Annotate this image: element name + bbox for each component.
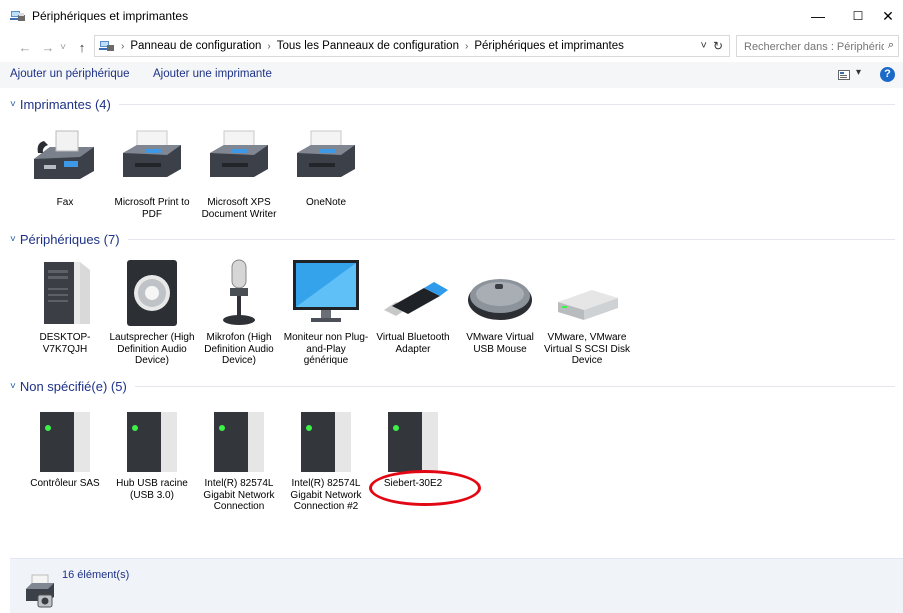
device-label: Microsoft Print to PDF bbox=[114, 197, 190, 220]
item-count: 16 élément(s) bbox=[62, 569, 130, 581]
devices-printers-app-icon bbox=[10, 11, 25, 21]
breadcrumb-devices-printers[interactable]: Périphériques et imprimantes bbox=[474, 40, 624, 52]
device-item[interactable]: Virtual Bluetooth Adapter bbox=[370, 258, 456, 355]
close-button[interactable]: ✕ bbox=[873, 0, 903, 32]
device-label: Mikrofon (High Definition Audio Device) bbox=[204, 332, 274, 366]
generic-device-icon bbox=[291, 404, 361, 474]
help-button[interactable]: ? bbox=[880, 67, 895, 82]
printer-icon bbox=[117, 123, 187, 193]
breadcrumb-separator: › bbox=[121, 40, 125, 52]
device-item[interactable]: Microsoft XPS Document Writer bbox=[196, 123, 282, 220]
command-bar: Ajouter un périphérique Ajouter une impr… bbox=[0, 62, 903, 88]
device-label: Intel(R) 82574L Gigabit Network Connecti… bbox=[290, 478, 362, 512]
device-label: DESKTOP-V7K7QJH bbox=[39, 332, 91, 355]
view-options-caret[interactable]: ▾ bbox=[856, 67, 861, 78]
address-dropdown-button[interactable]: ˅ bbox=[701, 40, 713, 52]
device-item[interactable]: Hub USB racine (USB 3.0) bbox=[109, 404, 195, 501]
disk-drive-icon bbox=[552, 258, 622, 328]
device-item[interactable]: Fax bbox=[22, 123, 108, 209]
control-panel-icon bbox=[99, 41, 114, 51]
device-label: Hub USB racine (USB 3.0) bbox=[116, 478, 188, 501]
device-item[interactable]: Intel(R) 82574L Gigabit Network Connecti… bbox=[283, 404, 369, 513]
device-item[interactable]: Moniteur non Plug-and-Play générique bbox=[283, 258, 369, 367]
computer-tower-icon bbox=[30, 258, 100, 328]
device-item[interactable]: Microsoft Print to PDF bbox=[109, 123, 195, 220]
annotation-highlight-ellipse bbox=[369, 470, 481, 506]
search-box[interactable]: ⌕ bbox=[736, 35, 899, 57]
refresh-button[interactable]: ↻ bbox=[713, 39, 729, 53]
recent-locations-button[interactable]: ˅ bbox=[58, 37, 68, 57]
device-item[interactable]: DESKTOP-V7K7QJH bbox=[22, 258, 108, 355]
fax-icon bbox=[30, 123, 100, 193]
chevron-down-icon: ˅ bbox=[10, 380, 16, 392]
usb-dongle-icon bbox=[378, 258, 448, 328]
monitor-icon bbox=[291, 258, 361, 328]
device-label: VMware, VMware Virtual S SCSI Disk Devic… bbox=[544, 332, 630, 366]
generic-device-icon bbox=[378, 404, 448, 474]
generic-device-icon bbox=[204, 404, 274, 474]
device-label: Intel(R) 82574L Gigabit Network Connecti… bbox=[203, 478, 275, 512]
group-header-printers[interactable]: ˅ Imprimantes (4) bbox=[10, 95, 895, 113]
address-bar[interactable]: › Panneau de configuration › Tous les Pa… bbox=[94, 35, 730, 57]
breadcrumb-separator: › bbox=[464, 40, 469, 52]
breadcrumb-all-control-panel-items[interactable]: Tous les Panneaux de configuration bbox=[277, 40, 459, 52]
device-label: Lautsprecher (High Definition Audio Devi… bbox=[109, 332, 195, 366]
window-title: Périphériques et imprimantes bbox=[32, 9, 189, 23]
group-header-devices[interactable]: ˅ Périphériques (7) bbox=[10, 230, 895, 248]
breadcrumb-separator: › bbox=[267, 40, 271, 52]
group-label: Non spécifié(e) (5) bbox=[19, 378, 127, 394]
breadcrumb-control-panel[interactable]: Panneau de configuration bbox=[130, 40, 261, 52]
speaker-icon bbox=[117, 258, 187, 328]
device-item[interactable]: Lautsprecher (High Definition Audio Devi… bbox=[109, 258, 195, 367]
device-item[interactable]: OneNote bbox=[283, 123, 369, 209]
search-icon[interactable]: ⌕ bbox=[888, 39, 894, 52]
search-input[interactable] bbox=[742, 37, 886, 57]
change-view-icon[interactable] bbox=[838, 70, 850, 80]
device-label: Contrôleur SAS bbox=[30, 478, 100, 489]
group-header-unspecified[interactable]: ˅ Non spécifié(e) (5) bbox=[10, 377, 895, 395]
add-device-button[interactable]: Ajouter un périphérique bbox=[10, 68, 130, 80]
device-label: Moniteur non Plug-and-Play générique bbox=[283, 332, 369, 366]
printer-icon bbox=[204, 123, 274, 193]
group-label: Imprimantes (4) bbox=[19, 96, 111, 112]
microphone-icon bbox=[204, 258, 274, 328]
device-item[interactable]: Mikrofon (High Definition Audio Device) bbox=[196, 258, 282, 367]
device-label: Microsoft XPS Document Writer bbox=[201, 197, 277, 220]
details-pane: 16 élément(s) bbox=[10, 558, 903, 613]
device-label: OneNote bbox=[305, 197, 347, 208]
add-printer-button[interactable]: Ajouter une imprimante bbox=[153, 68, 272, 80]
title-bar: Périphériques et imprimantes — ☐ ✕ bbox=[0, 0, 903, 32]
printer-camera-icon bbox=[26, 574, 54, 608]
printer-icon bbox=[291, 123, 361, 193]
back-button[interactable]: ← bbox=[16, 37, 34, 57]
generic-device-icon bbox=[30, 404, 100, 474]
chevron-down-icon: ˅ bbox=[10, 233, 16, 245]
device-item[interactable]: VMware, VMware Virtual S SCSI Disk Devic… bbox=[544, 258, 630, 367]
device-item[interactable]: Intel(R) 82574L Gigabit Network Connecti… bbox=[196, 404, 282, 513]
device-label: Virtual Bluetooth Adapter bbox=[376, 332, 450, 355]
group-divider bbox=[127, 238, 895, 240]
group-divider bbox=[118, 103, 895, 105]
generic-device-icon bbox=[117, 404, 187, 474]
device-item[interactable]: Contrôleur SAS bbox=[22, 404, 108, 490]
group-divider bbox=[134, 385, 895, 387]
up-button[interactable]: ↑ bbox=[73, 37, 91, 57]
forward-button[interactable]: → bbox=[39, 37, 57, 57]
mouse-icon bbox=[465, 258, 535, 328]
device-label: VMware Virtual USB Mouse bbox=[466, 332, 534, 355]
device-item[interactable]: VMware Virtual USB Mouse bbox=[457, 258, 543, 355]
group-label: Périphériques (7) bbox=[19, 231, 120, 247]
chevron-down-icon: ˅ bbox=[10, 98, 16, 110]
device-label: Fax bbox=[56, 197, 74, 208]
